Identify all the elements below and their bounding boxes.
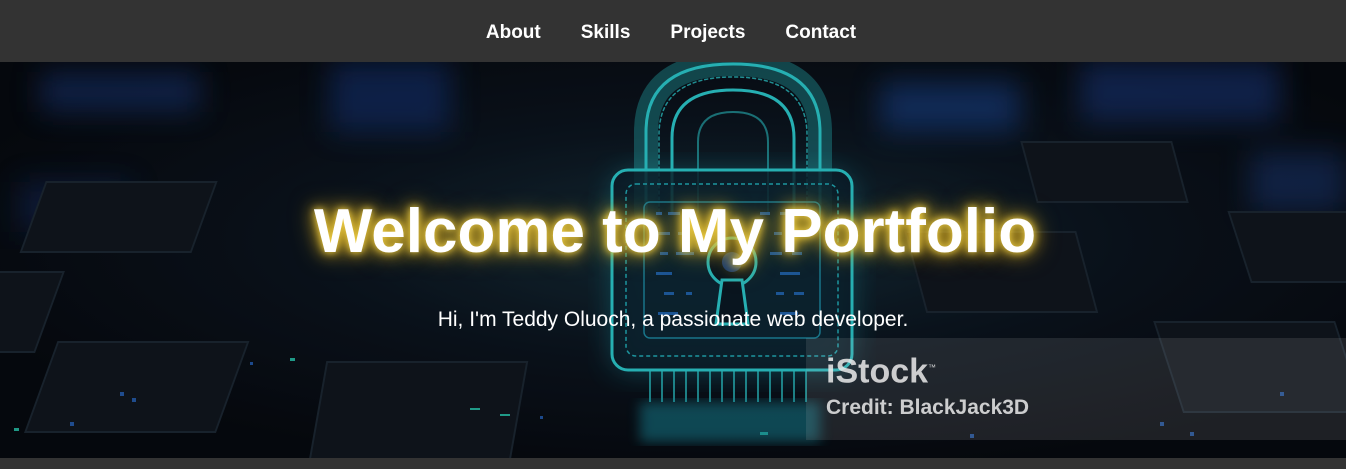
top-navigation: About Skills Projects Contact: [0, 0, 1346, 62]
hero-title: Welcome to My Portfolio: [313, 197, 1037, 266]
nav-list: About Skills Projects Contact: [466, 18, 876, 45]
nav-item-skills: Skills: [561, 18, 651, 45]
hero-section: Welcome to My Portfolio Hi, I'm Teddy Ol…: [0, 62, 1346, 458]
stock-watermark: iStock™ Credit: BlackJack3D: [806, 338, 1346, 440]
next-section-edge: [0, 458, 1346, 469]
nav-link-contact[interactable]: Contact: [785, 18, 856, 45]
watermark-trademark: ™: [928, 363, 937, 372]
nav-link-projects[interactable]: Projects: [670, 18, 745, 45]
nav-link-about[interactable]: About: [486, 18, 541, 45]
watermark-logo: iStock™: [826, 348, 936, 391]
nav-link-skills[interactable]: Skills: [581, 18, 631, 45]
watermark-logo-text: iStock: [826, 352, 929, 391]
watermark-credit: Credit: BlackJack3D: [826, 396, 1030, 419]
nav-item-about: About: [466, 18, 561, 45]
nav-item-projects: Projects: [650, 18, 765, 45]
hero-subtitle: Hi, I'm Teddy Oluoch, a passionate web d…: [437, 308, 909, 331]
nav-item-contact: Contact: [765, 18, 876, 45]
